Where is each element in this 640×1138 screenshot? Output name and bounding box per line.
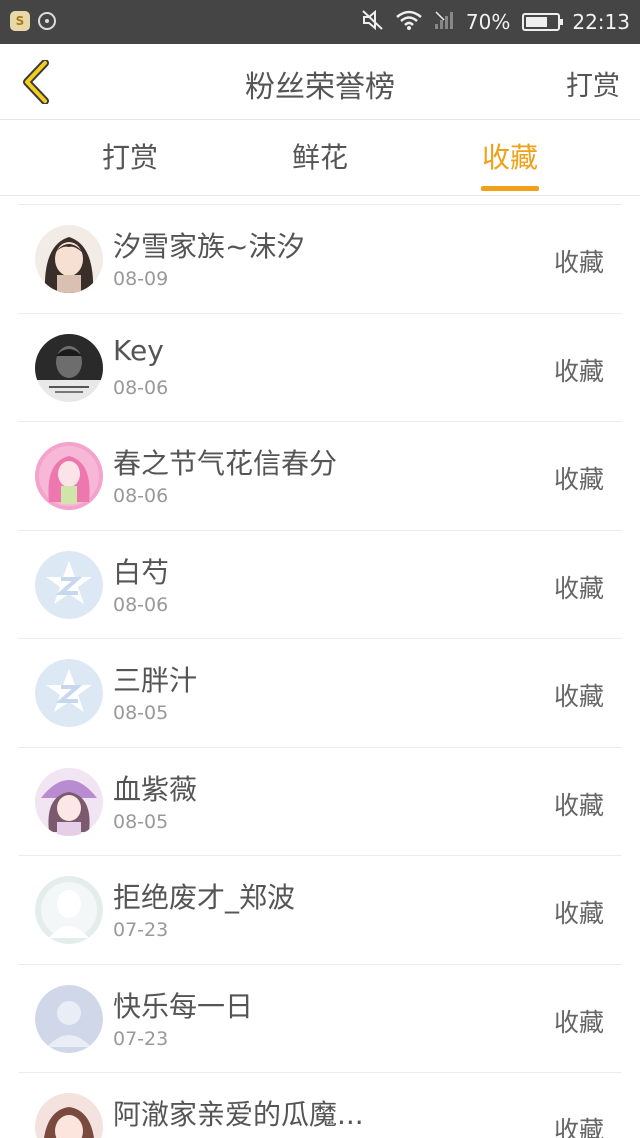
nav-bar: 粉丝荣誉榜 打赏 [0, 44, 640, 120]
avatar [35, 1093, 103, 1138]
qzone-default-avatar [35, 659, 103, 727]
fan-name: 拒绝废才_郑波 [113, 881, 296, 914]
tab-reward[interactable]: 打赏 [70, 136, 190, 176]
fan-name: 白芍 [113, 555, 170, 589]
list-item[interactable]: 快乐每一日 07-23 收藏 [18, 965, 622, 1073]
media-notification-icon [38, 12, 56, 30]
avatar [35, 333, 103, 402]
fan-name: 阿澈家亲爱的瓜魔... [113, 1098, 364, 1131]
fan-name: 血紫薇 [113, 772, 198, 806]
list-item[interactable]: 春之节气花信春分 08-06 收藏 [18, 422, 622, 531]
clock: 22:13 [572, 10, 630, 34]
fan-list: 汐雪家族~沫汐 08-09 收藏 Key 08-06 收藏 春之节气花信春分 0… [18, 204, 622, 1138]
status-bar: S 70% 22:13 [0, 0, 640, 44]
fan-date: 08-06 [113, 485, 169, 507]
list-item[interactable]: 汐雪家族~沫汐 08-09 收藏 [18, 205, 622, 314]
list-item[interactable]: Key 08-06 收藏 [18, 314, 622, 422]
list-item[interactable]: 血紫薇 08-05 收藏 [18, 748, 622, 856]
fan-name: 三胖汁 [113, 664, 198, 697]
signal-icon [434, 10, 454, 35]
notification-icons: S [10, 11, 56, 31]
tab-flowers[interactable]: 鲜花 [260, 136, 380, 176]
active-tab-indicator [481, 186, 539, 191]
fan-date: 08-05 [113, 810, 169, 833]
fan-date: 07-23 [113, 919, 169, 941]
favorite-label: 收藏 [553, 248, 604, 277]
fan-name: 春之节气花信春分 [113, 447, 338, 480]
tab-bar: 打赏 鲜花 收藏 [0, 120, 640, 196]
fan-name: 汐雪家族~沫汐 [113, 230, 305, 263]
favorite-label: 收藏 [553, 899, 604, 928]
default-avatar [35, 876, 103, 944]
fan-name: 快乐每一日 [113, 989, 254, 1023]
favorite-label: 收藏 [553, 1116, 604, 1138]
favorite-label: 收藏 [553, 682, 604, 711]
favorite-label: 收藏 [553, 1007, 604, 1037]
tab-favorites[interactable]: 收藏 [450, 136, 570, 176]
battery-percent: 70% [465, 10, 511, 34]
favorite-label: 收藏 [553, 573, 604, 603]
battery-icon [522, 13, 564, 31]
app-notification-icon: S [10, 11, 30, 31]
fan-date: 08-06 [113, 593, 169, 616]
fan-name: Key [113, 333, 164, 367]
qzone-default-avatar [35, 550, 103, 619]
fan-date: 08-05 [113, 702, 169, 724]
favorite-label: 收藏 [553, 790, 604, 820]
list-item[interactable]: 白芍 08-06 收藏 [18, 531, 622, 639]
fan-date: 08-09 [113, 268, 169, 290]
list-item[interactable]: 三胖汁 08-05 收藏 [18, 639, 622, 748]
wifi-icon [396, 10, 422, 35]
favorite-label: 收藏 [553, 356, 604, 386]
reward-button[interactable]: 打赏 [566, 64, 620, 103]
page-title: 粉丝荣誉榜 [245, 70, 395, 105]
fan-date: 07-23 [113, 1027, 169, 1050]
avatar [35, 225, 103, 293]
list-item[interactable]: 拒绝废才_郑波 07-23 收藏 [18, 856, 622, 965]
default-avatar [35, 984, 103, 1053]
avatar [35, 442, 103, 510]
list-item[interactable]: 阿澈家亲爱的瓜魔... 收藏 [18, 1073, 622, 1138]
favorite-label: 收藏 [553, 465, 604, 494]
mute-icon [362, 9, 384, 35]
fan-date: 08-06 [113, 376, 169, 399]
avatar [35, 767, 103, 836]
